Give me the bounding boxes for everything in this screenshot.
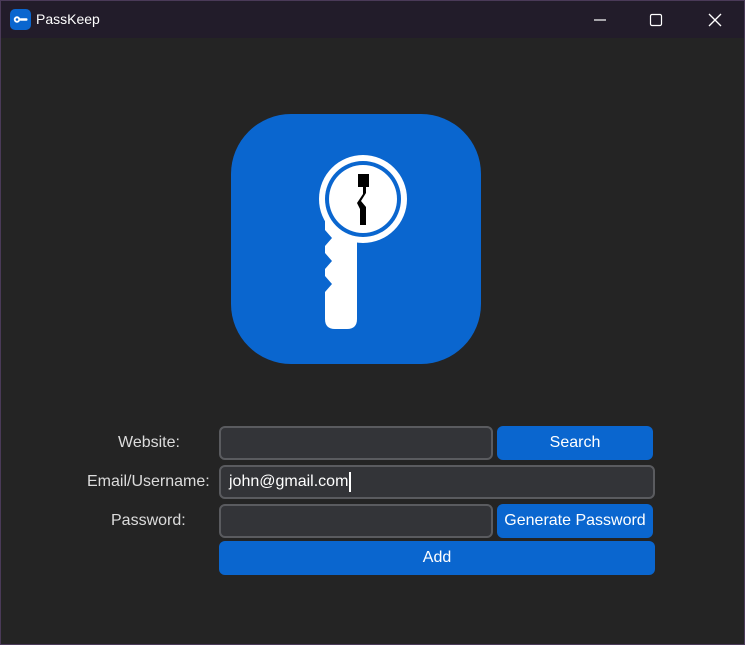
title-bar[interactable]: PassKeep [1, 1, 744, 38]
email-label: Email/Username: [87, 473, 210, 490]
generate-password-button[interactable]: Generate Password [497, 504, 653, 538]
key-icon [10, 9, 31, 30]
minimize-button[interactable] [571, 1, 629, 38]
password-input[interactable] [219, 504, 493, 538]
key-logo-icon [231, 114, 481, 364]
text-cursor [349, 472, 352, 492]
password-label: Password: [111, 512, 186, 529]
website-input[interactable] [219, 426, 493, 460]
email-input-value: john@gmail.com [229, 473, 349, 490]
close-button[interactable] [686, 1, 744, 38]
email-input[interactable]: john@gmail.com [219, 465, 655, 499]
search-button[interactable]: Search [497, 426, 653, 460]
website-label: Website: [118, 434, 180, 451]
minimize-icon [594, 19, 606, 21]
maximize-button[interactable] [627, 1, 685, 38]
add-button[interactable]: Add [219, 541, 655, 575]
window-title: PassKeep [36, 11, 100, 27]
close-icon [708, 13, 722, 27]
maximize-icon [649, 13, 663, 27]
app-window: PassKeep Website: Search Email/Username:… [0, 0, 745, 645]
